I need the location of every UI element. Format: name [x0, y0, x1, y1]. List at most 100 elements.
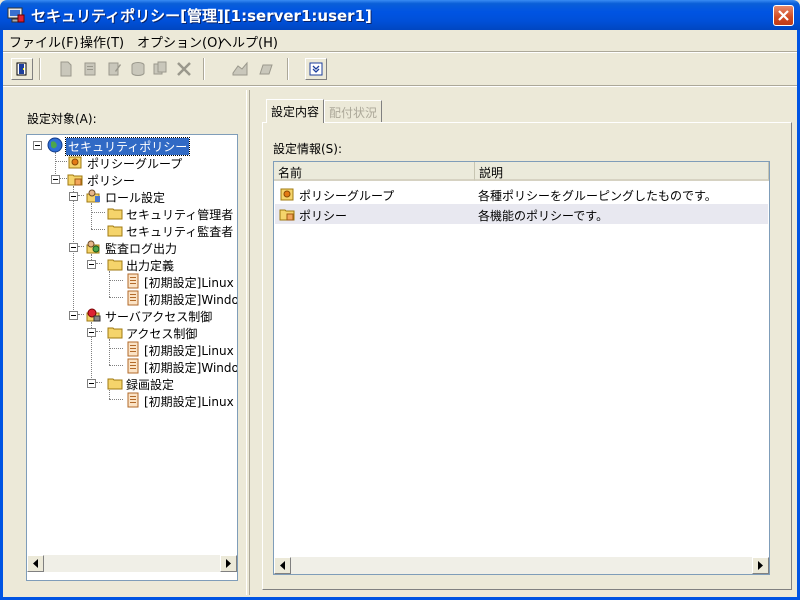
tree-item-access-windows[interactable]: [初期設定]Windo	[27, 358, 237, 375]
menu-separator	[3, 51, 797, 53]
properties-icon	[309, 62, 323, 76]
delete-button[interactable]	[173, 58, 195, 80]
arrow-right-icon	[226, 559, 231, 568]
menu-operation[interactable]: 操作(T)	[80, 32, 124, 51]
tree-item-access-control[interactable]: アクセス制御	[27, 324, 237, 341]
tree-item-policy[interactable]: ポリシー	[27, 171, 237, 188]
database-button[interactable]	[127, 58, 149, 80]
distribute-icon	[232, 61, 248, 76]
menu-options[interactable]: オプション(O)	[137, 32, 222, 51]
menu-help[interactable]: ヘルプ(H)	[219, 32, 278, 51]
tree-item-label: アクセス制御	[126, 327, 198, 341]
tree-item-audit-log-output[interactable]: 監査ログ出力	[27, 239, 237, 256]
scroll-track[interactable]	[291, 557, 752, 574]
tree-horizontal-scrollbar[interactable]	[27, 555, 237, 572]
tree-item-label: [初期設定]Linux	[144, 395, 234, 409]
new-document-icon	[60, 61, 72, 77]
scroll-right-button[interactable]	[752, 557, 769, 574]
tree-item-label: [初期設定]Windo	[144, 361, 237, 375]
tree-item-policy-group[interactable]: ポリシーグループ	[27, 154, 237, 171]
tree-label: 設定対象(A):	[27, 112, 97, 126]
collapse-toggle[interactable]	[87, 379, 96, 388]
list-item[interactable]: ポリシー 各機能のポリシーです。	[275, 204, 768, 224]
close-icon	[778, 10, 789, 21]
tab-label: 設定内容	[271, 105, 320, 119]
toolbar-separator	[39, 58, 41, 80]
scroll-track[interactable]	[44, 555, 220, 572]
scroll-left-button[interactable]	[274, 557, 291, 574]
collapse-toggle[interactable]	[87, 328, 96, 337]
list-item-description: 各種ポリシーをグルーピングしたものです。	[478, 189, 717, 203]
tree-item-label: セキュリティ監査者	[126, 225, 234, 239]
tree-item-security-admin[interactable]: セキュリティ管理者	[27, 205, 237, 222]
tree-item-label: サーバアクセス制御	[105, 310, 213, 324]
toolbar-separator	[203, 58, 205, 80]
tree-item-security-auditor[interactable]: セキュリティ監査者	[27, 222, 237, 239]
tree-item-server-access-control[interactable]: サーバアクセス制御	[27, 307, 237, 324]
column-header-name[interactable]: 名前	[274, 162, 475, 181]
list-item-name: ポリシー	[299, 209, 348, 223]
tree-item-recording-settings[interactable]: 録画設定	[27, 375, 237, 392]
tree-item-label: 監査ログ出力	[105, 242, 178, 256]
exit-button[interactable]	[11, 58, 33, 80]
collapse-toggle[interactable]	[69, 192, 78, 201]
delete-x-icon	[177, 62, 191, 76]
duplicate-button[interactable]	[149, 58, 171, 80]
document-icon	[125, 290, 141, 306]
edit-button[interactable]	[103, 58, 125, 80]
folder-icon	[107, 222, 123, 238]
collapse-toggle[interactable]	[69, 311, 78, 320]
settings-tree[interactable]: セキュリティポリシー ポリシーグループ ポリシー ロール設定 セキュリティ管理者…	[26, 134, 238, 581]
settings-list[interactable]: 名前 説明 ポリシーグループ 各種ポリシーをグルーピングしたものです。 ポリシー…	[273, 161, 770, 575]
column-header-description[interactable]: 説明	[475, 162, 769, 181]
menu-file[interactable]: ファイル(F)	[9, 32, 79, 51]
tree-item-output-linux[interactable]: [初期設定]Linux	[27, 273, 237, 290]
scroll-right-button[interactable]	[220, 555, 237, 572]
tab-label: 配付状況	[329, 106, 378, 120]
distribute-all-button[interactable]	[255, 58, 277, 80]
policy-group-icon	[67, 154, 83, 170]
tree-item-label: 録画設定	[126, 378, 175, 392]
column-header-label: 説明	[479, 166, 504, 180]
list-horizontal-scrollbar[interactable]	[274, 557, 769, 574]
tree-item-output-windows[interactable]: [初期設定]Windo	[27, 290, 237, 307]
tree-item-output-definition[interactable]: 出力定義	[27, 256, 237, 273]
globe-icon	[47, 137, 63, 153]
tree-item-label: セキュリティ管理者	[126, 208, 234, 222]
policy-group-icon	[279, 186, 295, 205]
tab-distribution-status[interactable]: 配付状況	[324, 100, 383, 122]
tree-content: セキュリティポリシー ポリシーグループ ポリシー ロール設定 セキュリティ管理者…	[27, 135, 237, 553]
audit-log-icon	[85, 239, 101, 255]
scroll-left-button[interactable]	[27, 555, 44, 572]
arrow-right-icon	[758, 561, 763, 570]
policy-icon	[67, 171, 83, 187]
tree-item-access-linux[interactable]: [初期設定]Linux	[27, 341, 237, 358]
role-icon	[85, 188, 101, 204]
tree-item-recording-linux[interactable]: [初期設定]Linux	[27, 392, 237, 409]
properties-button[interactable]	[305, 58, 327, 80]
settings-info-label: 設定情報(S):	[273, 142, 343, 156]
panel-splitter[interactable]	[246, 90, 250, 595]
list-item-name: ポリシーグループ	[299, 189, 395, 203]
list-item[interactable]: ポリシーグループ 各種ポリシーをグルーピングしたものです。	[275, 184, 768, 204]
arrow-left-icon	[280, 561, 285, 570]
distribute-button[interactable]	[229, 58, 251, 80]
collapse-toggle[interactable]	[51, 175, 60, 184]
document-icon	[125, 341, 141, 357]
new-policy-button[interactable]	[55, 58, 77, 80]
close-button[interactable]	[773, 5, 794, 26]
tab-settings-content[interactable]: 設定内容	[266, 99, 325, 123]
tree-item-label: [初期設定]Linux	[144, 344, 234, 358]
toolbar-separator-line	[3, 85, 797, 87]
window-title: セキュリティポリシー[管理][1:server1:user1]	[31, 7, 372, 25]
list-header: 名前 説明	[274, 162, 769, 181]
collapse-toggle[interactable]	[69, 243, 78, 252]
tree-item-label: 出力定義	[126, 259, 175, 273]
tree-item-label: セキュリティポリシー	[64, 137, 191, 156]
collapse-toggle[interactable]	[33, 141, 42, 150]
exit-door-icon	[16, 62, 27, 76]
tree-item-security-policy[interactable]: セキュリティポリシー	[27, 137, 237, 156]
copy-button[interactable]	[79, 58, 101, 80]
collapse-toggle[interactable]	[87, 260, 96, 269]
tree-item-role-settings[interactable]: ロール設定	[27, 188, 237, 205]
